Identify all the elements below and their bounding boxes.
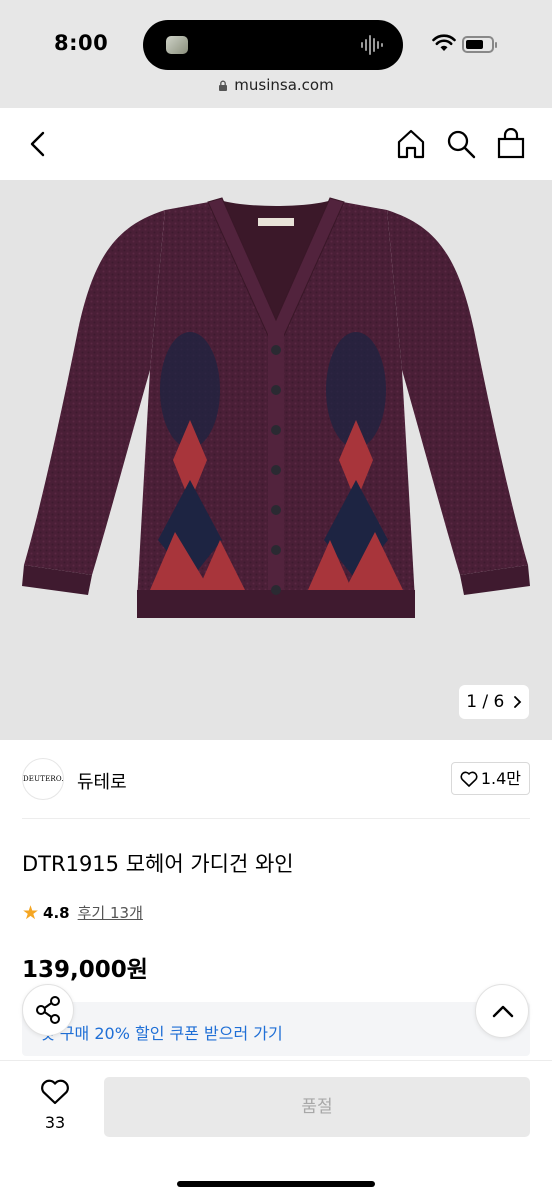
- rating-score: 4.8: [43, 904, 70, 922]
- share-button[interactable]: [22, 984, 74, 1036]
- divider: [22, 818, 530, 819]
- chevron-up-icon: [492, 1005, 514, 1018]
- share-icon: [36, 996, 60, 1024]
- rating-row: ★ 4.8 후기 13개: [22, 902, 143, 924]
- star-icon: ★: [22, 902, 40, 924]
- app-header: [0, 108, 552, 180]
- like-button[interactable]: 33: [30, 1079, 80, 1132]
- pager-text: 1 / 6: [466, 692, 505, 712]
- brand-like-button[interactable]: 1.4만: [450, 762, 530, 795]
- product-image: [22, 197, 530, 618]
- heart-icon: [41, 1079, 69, 1105]
- reviews-link[interactable]: 후기 13개: [78, 904, 143, 922]
- coupon-text: 첫 구매 20% 할인 쿠폰 받으러 가기: [40, 1024, 283, 1043]
- heart-icon: [460, 771, 478, 787]
- home-indicator: [177, 1181, 375, 1187]
- product-title: DTR1915 모헤어 가디건 와인: [22, 852, 294, 876]
- url-bar[interactable]: musinsa.com: [0, 76, 552, 94]
- audio-waveform-icon: [361, 35, 383, 55]
- now-playing-artwork: [166, 36, 188, 54]
- battery-icon: [462, 36, 497, 53]
- status-time: 8:00: [54, 31, 109, 55]
- scroll-top-button[interactable]: [475, 984, 529, 1038]
- like-count: 33: [44, 1113, 66, 1132]
- url-text: musinsa.com: [234, 76, 334, 94]
- brand-row[interactable]: DEUTERO. 듀테로 1.4만: [22, 758, 530, 802]
- brand-logo[interactable]: DEUTERO.: [22, 758, 64, 800]
- lock-icon: [219, 80, 228, 91]
- brand-name[interactable]: 듀테로: [77, 768, 127, 794]
- image-pager[interactable]: 1 / 6: [459, 685, 529, 719]
- dynamic-island: [143, 20, 403, 70]
- home-icon[interactable]: [395, 128, 427, 160]
- product-price: 139,000원: [22, 957, 148, 983]
- product-image-carousel[interactable]: [0, 180, 552, 740]
- back-icon[interactable]: [22, 128, 54, 160]
- search-icon[interactable]: [445, 128, 477, 160]
- coupon-banner[interactable]: 첫 구매 20% 할인 쿠폰 받으러 가기: [22, 1002, 530, 1056]
- sold-out-button[interactable]: 품절: [104, 1077, 530, 1137]
- chevron-right-icon: [513, 696, 522, 708]
- wifi-icon: [432, 34, 456, 51]
- bottom-action-bar: 33 품절: [0, 1060, 552, 1200]
- browser-chrome: 8:00 musinsa.com: [0, 0, 552, 108]
- screen: 8:00 musinsa.com 1 / 6 DEUTERO. 듀테로 1.4만…: [0, 0, 552, 1200]
- cart-icon[interactable]: [495, 128, 527, 160]
- brand-like-count: 1.4만: [480, 769, 521, 788]
